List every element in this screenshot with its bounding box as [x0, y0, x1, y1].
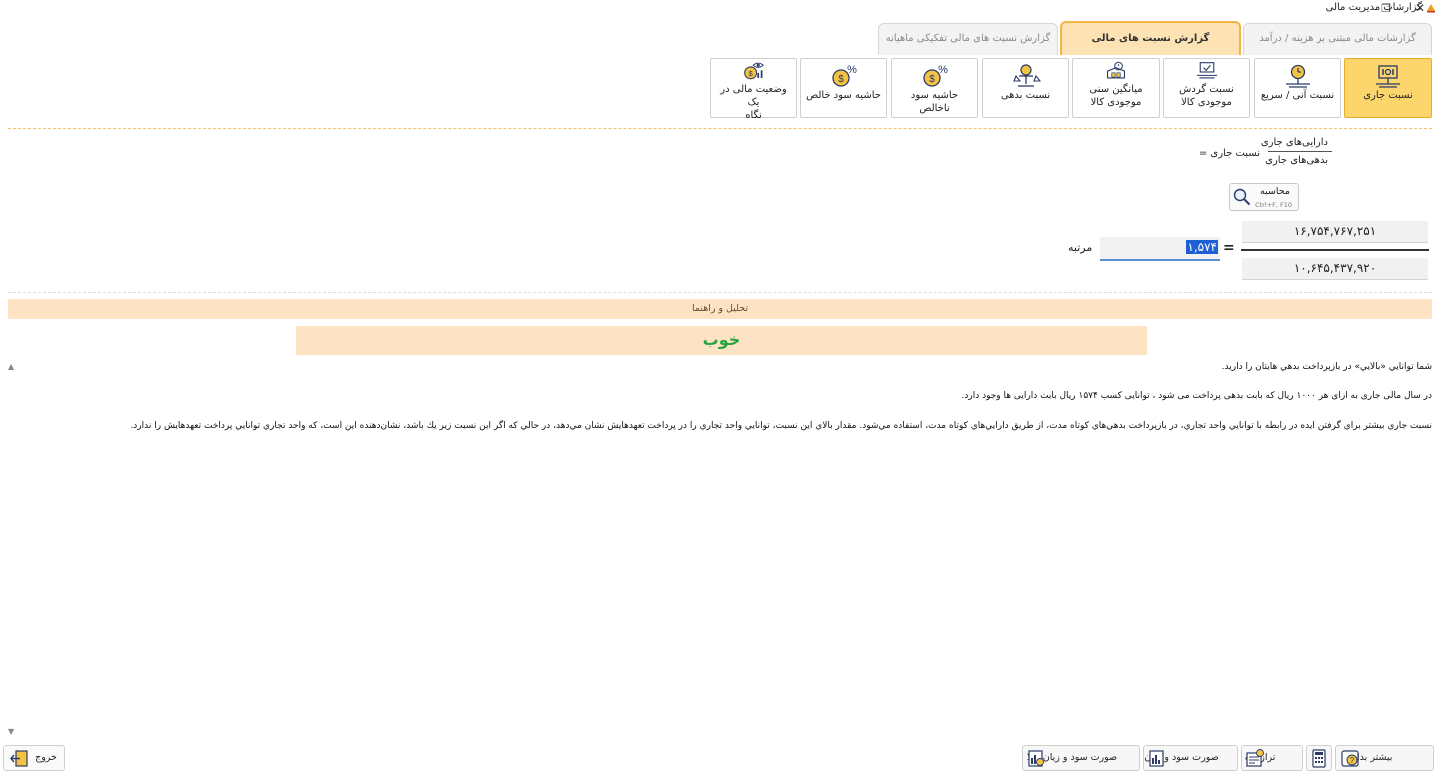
ratio-label-line2: موجودی کالا: [1090, 97, 1142, 108]
analysis-paragraph: نسبت جاري بيشتر براي گرفتن ايده در رابطه…: [130, 421, 1432, 431]
ratio-formula: دارایی‌های جاری بدهی‌های جاری نسبت جاری …: [1196, 134, 1336, 170]
ratio-label: نسبت جاری: [1363, 90, 1413, 101]
divider: [8, 128, 1432, 129]
ratio-label-line1: وضعیت مالی در یک: [720, 84, 787, 108]
fraction-line: [1241, 249, 1429, 251]
ratio-debt-button[interactable]: نسبت بدهی: [982, 58, 1069, 118]
svg-text:%: %: [938, 64, 948, 76]
percent-coin-icon: $ %: [922, 64, 948, 87]
svg-text:?: ?: [1350, 756, 1355, 765]
inventory-turnover-icon: [1196, 62, 1217, 79]
ratio-label: نسبت آنی / سریع: [1260, 90, 1335, 101]
tab-cost-income-reports[interactable]: گزارشات مالی مبتنی بر هزینه / درآمد: [1243, 23, 1432, 55]
exit-label: خروج: [35, 752, 57, 763]
formula-fraction-line: [1268, 151, 1332, 152]
svg-text:$: $: [929, 74, 935, 85]
goods-income-statement-icon: [1028, 750, 1044, 767]
scale-icon: [1376, 65, 1400, 88]
eye-coin-icon: $: [743, 62, 764, 80]
calculate-button[interactable]: محاسبه Ctrl+F, F10: [1229, 183, 1299, 211]
restore-button[interactable]: ❐: [1372, 0, 1400, 18]
formula-lhs: نسبت جاری =: [1198, 148, 1260, 159]
svg-text:%: %: [847, 64, 857, 76]
tab-monthly-ratios[interactable]: گزارش نسبت های مالی تفکیکی ماهیانه: [878, 23, 1058, 55]
current-liabilities-value: ۱۰,۶۴۵,۴۳۷,۹۲۰: [1242, 258, 1428, 280]
formula-numerator: دارایی‌های جاری: [1260, 137, 1328, 148]
debt-scale-icon: [1012, 64, 1041, 87]
income-statement-button[interactable]: صورت سود و زیان: [1143, 745, 1238, 771]
ratio-label: نسبت بدهی: [1000, 90, 1051, 101]
title-bar: گزارشات مدیریت مالی ❐ ✕: [0, 0, 1440, 18]
more-info-button[interactable]: ? بیشتر بدانید: [1335, 745, 1434, 771]
formula-denominator: بدهی‌های جاری: [1265, 155, 1328, 166]
ratio-gross-margin-button[interactable]: $ % حاشیه سود ناخالص: [891, 58, 978, 118]
ratio-net-margin-button[interactable]: $ % حاشیه سود خالص: [800, 58, 887, 118]
scroll-down-arrow[interactable]: ▼: [8, 727, 14, 736]
calculator-button[interactable]: [1306, 745, 1332, 771]
calculator-icon: [1312, 749, 1326, 768]
equals-sign: =: [1223, 240, 1235, 256]
exit-icon: [10, 750, 28, 767]
result-field[interactable]: ۱,۵۷۴: [1100, 237, 1220, 261]
ratio-label-line2: موجودی کالا: [1181, 97, 1232, 108]
ratio-current-button[interactable]: نسبت جاری: [1344, 58, 1432, 118]
tab-financial-ratios[interactable]: گزارش نسبت های مالی: [1060, 21, 1241, 55]
ratio-label: حاشیه سود خالص: [806, 90, 881, 101]
scroll-up-arrow[interactable]: ▲: [8, 362, 14, 371]
analysis-header: تحلیل و راهنما: [8, 299, 1432, 319]
verdict-badge: خوب: [296, 326, 1147, 355]
income-statement-icon: [1149, 750, 1164, 767]
clock-scale-icon: [1285, 64, 1310, 88]
magnifier-icon: [1233, 188, 1251, 206]
calculate-shortcut: Ctrl+F, F10: [1255, 201, 1292, 209]
inventory-age-icon: [1106, 61, 1126, 79]
svg-text:$: $: [838, 74, 844, 85]
ratio-label: حاشیه سود ناخالص: [910, 90, 959, 114]
ratio-label-line1: میانگین سنی: [1089, 84, 1143, 95]
ratio-label-line1: نسبت گردش: [1179, 84, 1234, 95]
goods-income-statement-button[interactable]: صورت سود و زیان کالا: [1022, 745, 1140, 771]
percent-coin-icon: $ %: [831, 64, 857, 87]
help-icon: ?: [1341, 750, 1359, 767]
ratio-quick-button[interactable]: نسبت آنی / سریع: [1254, 58, 1341, 118]
analysis-paragraph: در سال مالی جاری به ازای هر ۱۰۰۰ ریال که…: [961, 391, 1432, 401]
divider: [8, 292, 1432, 293]
ratio-label-line2: نگاه: [745, 110, 762, 121]
ratio-inventory-age-button[interactable]: میانگین سنی موجودی کالا: [1072, 58, 1160, 118]
ratio-overview-button[interactable]: $ وضعیت مالی در یک نگاه: [710, 58, 797, 121]
calculate-label: محاسبه: [1259, 186, 1290, 197]
current-assets-value: ۱۶,۷۵۴,۷۶۷,۲۵۱: [1242, 221, 1428, 243]
result-unit: مرتبه: [1068, 241, 1093, 254]
result-value: ۱,۵۷۴: [1186, 240, 1218, 254]
analysis-paragraph: شما توانايي «بالايي» در بازپرداخت بدهي ه…: [1221, 362, 1432, 372]
report-tabs: گزارشات مالی مبتنی بر هزینه / درآمد گزار…: [0, 21, 1440, 55]
balance-sheet-icon: [1246, 749, 1264, 767]
balance-sheet-button[interactable]: ترازنامه: [1241, 745, 1303, 771]
ratio-inventory-turnover-button[interactable]: نسبت گردش موجودی کالا: [1163, 58, 1250, 118]
exit-button[interactable]: خروج: [3, 745, 65, 771]
close-button[interactable]: ✕: [1406, 0, 1434, 18]
